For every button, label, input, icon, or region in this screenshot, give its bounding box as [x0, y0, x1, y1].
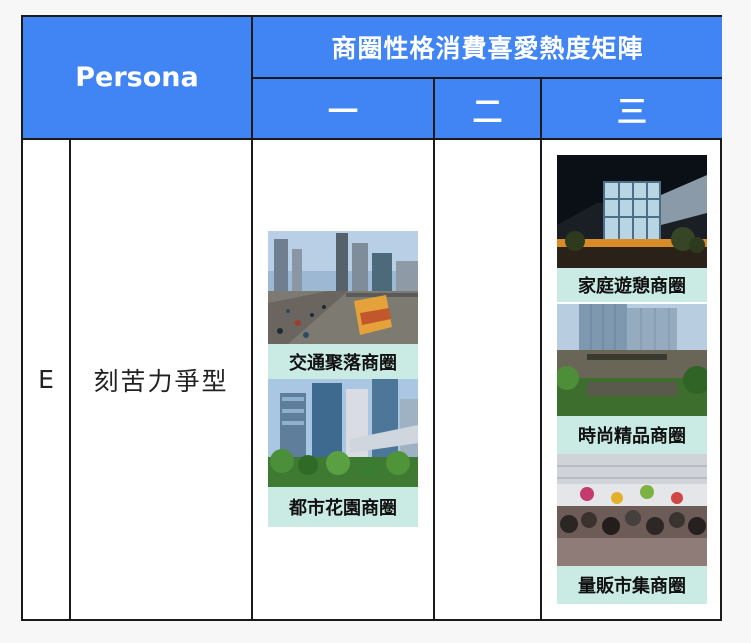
- column-header-3: 三: [542, 79, 722, 138]
- row-code: E: [38, 365, 54, 394]
- fashion-district-photo: [557, 304, 707, 416]
- column-header-2: 二: [435, 79, 540, 138]
- district-caption: 量販市集商圈: [557, 566, 707, 604]
- matrix-title: 商圈性格消費喜愛熱度矩陣: [253, 17, 722, 77]
- district-caption: 都市花園商圈: [268, 487, 418, 527]
- district-card: 時尚精品商圈: [557, 304, 707, 454]
- grid-line: [540, 77, 542, 619]
- district-caption: 時尚精品商圈: [557, 416, 707, 454]
- garden-district-photo: [268, 379, 418, 487]
- traffic-district-photo: [268, 231, 418, 344]
- consumer-matrix-table: Persona 商圈性格消費喜愛熱度矩陣 一 二 三 E 刻苦力爭型 交通聚落商…: [21, 15, 722, 621]
- district-card: 交通聚落商圈: [268, 231, 418, 379]
- district-caption: 交通聚落商圈: [268, 344, 418, 379]
- district-card: 量販市集商圈: [557, 454, 707, 604]
- column-header-1: 一: [253, 79, 433, 138]
- district-card: 都市花園商圈: [268, 379, 418, 527]
- mass-market-district-photo: [557, 454, 707, 566]
- persona-header: Persona: [23, 17, 251, 138]
- family-leisure-district-photo: [557, 155, 707, 268]
- grid-line: [433, 77, 435, 619]
- district-card: 家庭遊憩商圈: [557, 155, 707, 302]
- row-name: 刻苦力爭型: [93, 366, 229, 396]
- district-caption: 家庭遊憩商圈: [557, 268, 707, 302]
